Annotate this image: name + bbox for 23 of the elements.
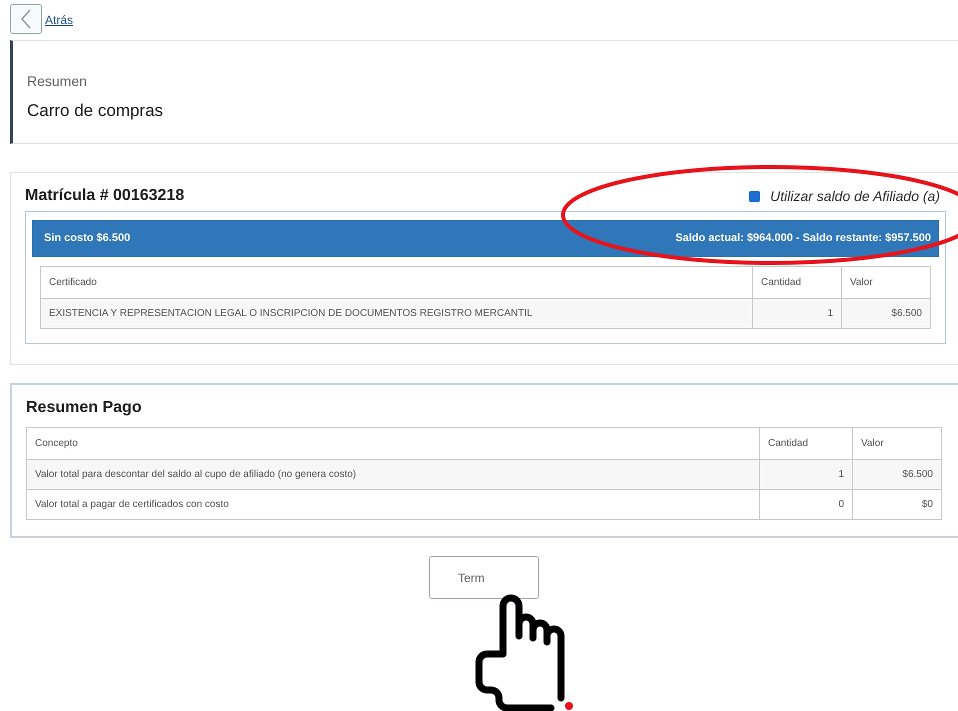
chevron-left-icon <box>19 8 33 30</box>
checkbox[interactable] <box>749 190 760 202</box>
section-title: Matrícula # 00163218 <box>25 187 184 205</box>
table-cell: EXISTENCIA Y REPRESENTACION LEGAL O INSCRIPCION DE DOCUMENTOS REGISTRO MERCANTIL <box>40 298 752 328</box>
checkbox-label: Utilizar saldo de Afiliado (a) <box>770 188 940 204</box>
column-header: Certificado <box>40 266 752 298</box>
balance-text: Saldo actual: $964.000 - Saldo restante: $957.500 <box>675 232 931 244</box>
table-cell: $6.500 <box>842 298 930 328</box>
header-subtitle: Resumen <box>27 73 88 89</box>
cost-text: Sin costo $6.500 <box>44 232 130 244</box>
header-title: Carro de compras <box>27 101 164 121</box>
table-cell: 0 <box>760 490 852 520</box>
table-cell: Valor total para descontar del saldo al cupo de afiliado (no genera costo) <box>26 460 760 490</box>
section-title: Resumen Pago <box>26 399 143 417</box>
finish-button[interactable]: Term <box>429 556 539 599</box>
table-cell: $6.500 <box>852 460 942 490</box>
back-button[interactable] <box>10 4 42 34</box>
table-cell: $0 <box>852 490 942 520</box>
table-cell: 1 <box>760 460 852 490</box>
table-cell: 1 <box>752 298 842 328</box>
column-header: Concepto <box>26 428 760 460</box>
back-link[interactable]: Atrás <box>45 13 74 27</box>
table-cell: Valor total a pagar de certificados con costo <box>26 490 760 520</box>
